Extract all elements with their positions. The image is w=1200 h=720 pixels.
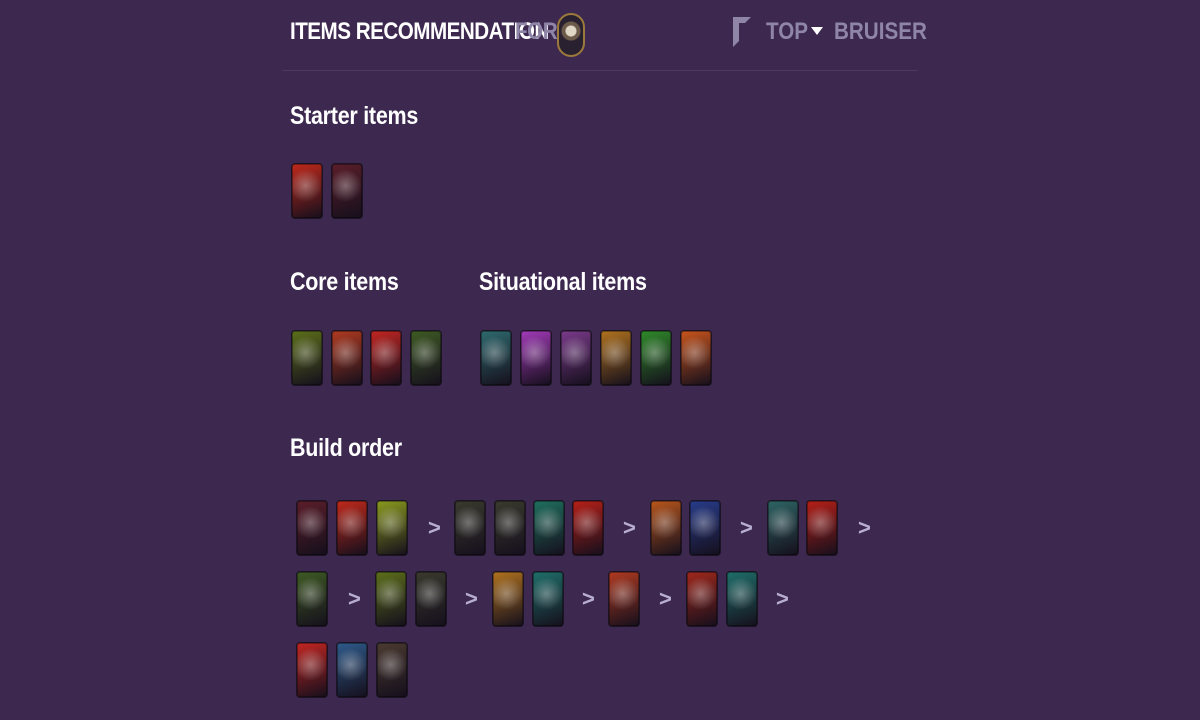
items-recommendation-panel: ITEMS RECOMMENDATION FOR TOP BRUISER Sta… xyxy=(282,0,927,720)
chevron-right-icon: > xyxy=(776,586,789,611)
situational-item-1-icon[interactable] xyxy=(480,330,512,386)
header: ITEMS RECOMMENDATION FOR TOP BRUISER xyxy=(282,0,927,71)
build-item-13-icon[interactable] xyxy=(375,571,407,627)
core-item-1-icon[interactable] xyxy=(291,330,323,386)
build-item-2-icon[interactable] xyxy=(336,500,368,556)
build-item-12-icon[interactable] xyxy=(296,571,328,627)
build-item-21-icon[interactable] xyxy=(336,642,368,698)
build-item-3-icon[interactable] xyxy=(376,500,408,556)
build-item-6-icon[interactable] xyxy=(533,500,565,556)
situational-item-5-icon[interactable] xyxy=(640,330,672,386)
build-item-18-icon[interactable] xyxy=(686,571,718,627)
chevron-right-icon: > xyxy=(659,586,672,611)
chevron-right-icon: > xyxy=(740,515,753,540)
chevron-right-icon: > xyxy=(348,586,361,611)
chevron-right-icon: > xyxy=(623,515,636,540)
chevron-down-icon[interactable] xyxy=(811,27,823,35)
champion-avatar[interactable] xyxy=(557,13,585,57)
build-item-10-icon[interactable] xyxy=(767,500,799,556)
build-item-9-icon[interactable] xyxy=(689,500,721,556)
core-item-3-icon[interactable] xyxy=(370,330,402,386)
build-item-17-icon[interactable] xyxy=(608,571,640,627)
situational-item-6-icon[interactable] xyxy=(680,330,712,386)
role-label[interactable]: BRUISER xyxy=(834,18,927,46)
build-item-20-icon[interactable] xyxy=(296,642,328,698)
build-item-5-icon[interactable] xyxy=(494,500,526,556)
build-item-1-icon[interactable] xyxy=(296,500,328,556)
build-order-title: Build order xyxy=(290,434,402,462)
core-item-2-icon[interactable] xyxy=(331,330,363,386)
core-item-4-icon[interactable] xyxy=(410,330,442,386)
situational-items-title: Situational items xyxy=(479,268,647,296)
situational-item-2-icon[interactable] xyxy=(520,330,552,386)
core-items-title: Core items xyxy=(290,268,399,296)
for-label: FOR xyxy=(515,18,558,45)
build-item-11-icon[interactable] xyxy=(806,500,838,556)
page-title: ITEMS RECOMMENDATION xyxy=(290,18,549,45)
chevron-right-icon: > xyxy=(465,586,478,611)
build-item-22-icon[interactable] xyxy=(376,642,408,698)
starter-items-title: Starter items xyxy=(290,102,419,130)
starter-item-1-icon[interactable] xyxy=(291,163,323,219)
build-item-16-icon[interactable] xyxy=(532,571,564,627)
chevron-right-icon: > xyxy=(858,515,871,540)
chevron-right-icon: > xyxy=(582,586,595,611)
starter-item-2-icon[interactable] xyxy=(331,163,363,219)
build-item-14-icon[interactable] xyxy=(415,571,447,627)
situational-item-4-icon[interactable] xyxy=(600,330,632,386)
build-item-7-icon[interactable] xyxy=(572,500,604,556)
build-item-8-icon[interactable] xyxy=(650,500,682,556)
build-item-19-icon[interactable] xyxy=(726,571,758,627)
situational-item-3-icon[interactable] xyxy=(560,330,592,386)
top-lane-icon xyxy=(733,17,751,47)
build-item-4-icon[interactable] xyxy=(454,500,486,556)
build-item-15-icon[interactable] xyxy=(492,571,524,627)
lane-selector[interactable]: TOP xyxy=(766,18,808,46)
chevron-right-icon: > xyxy=(428,515,441,540)
